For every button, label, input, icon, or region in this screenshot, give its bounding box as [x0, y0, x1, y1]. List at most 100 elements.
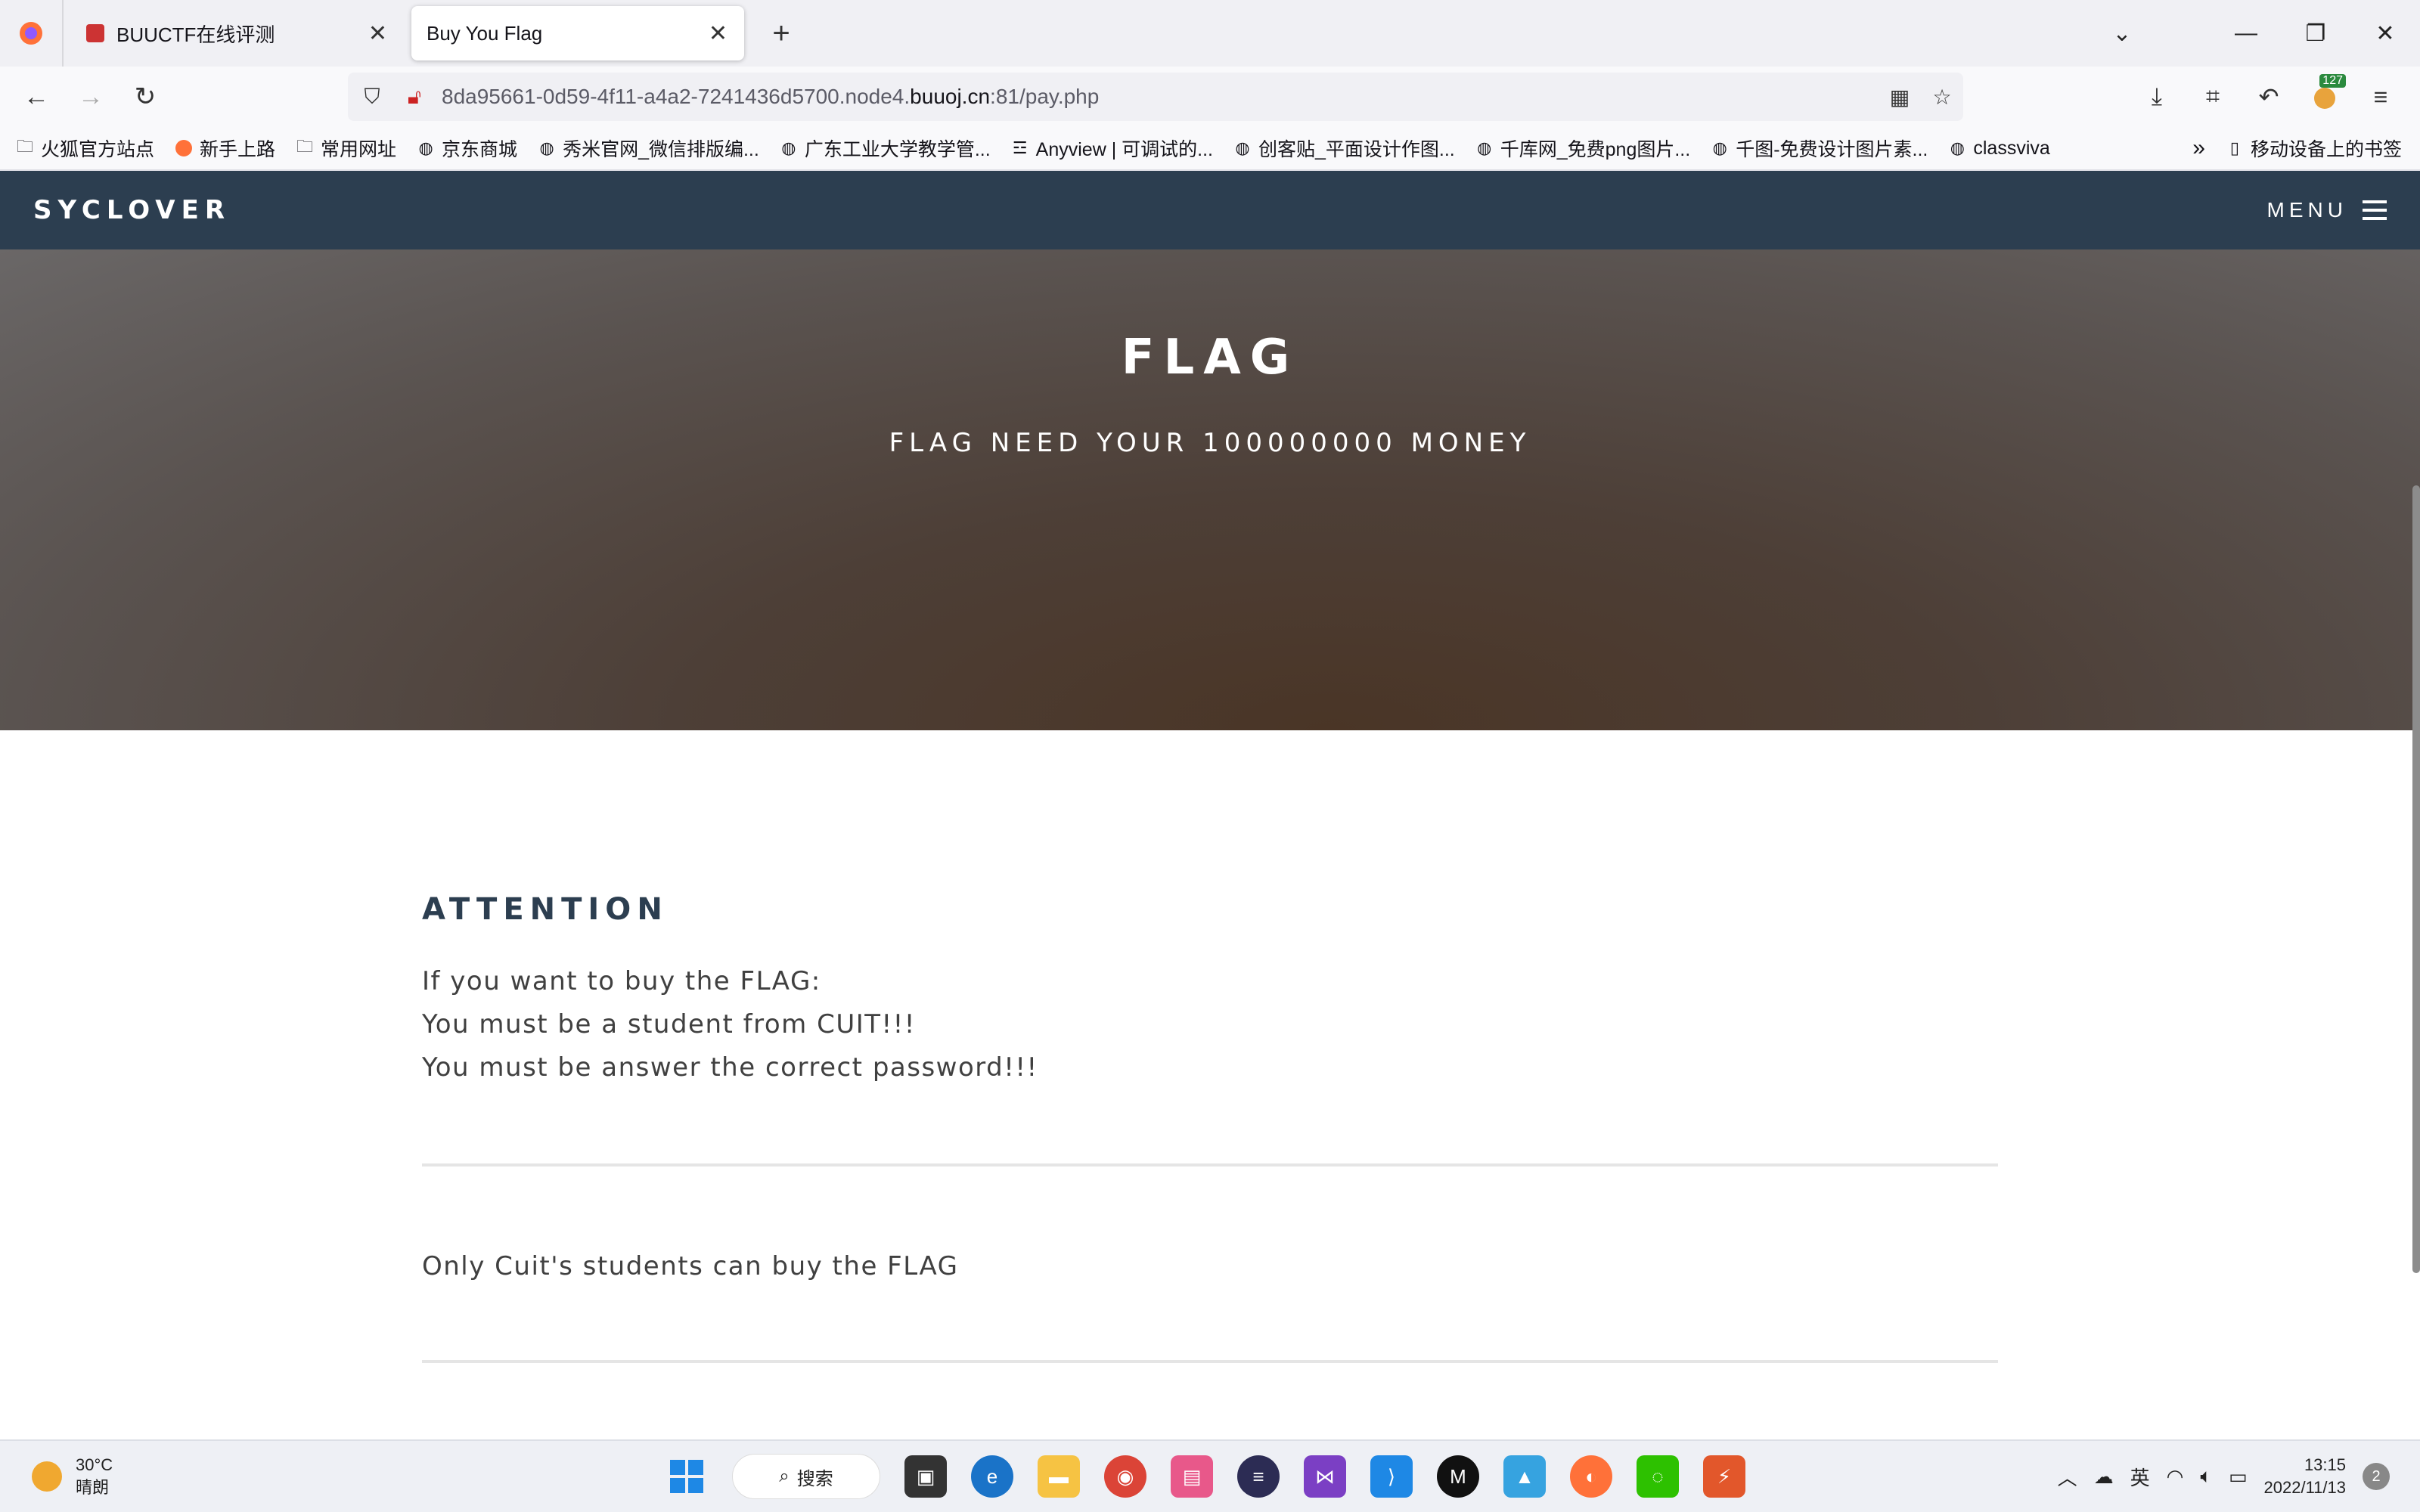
search-icon: ⌕: [779, 1466, 790, 1486]
volume-icon[interactable]: 🔈︎: [2200, 1464, 2212, 1489]
bookmark-item[interactable]: ◍ 千图-免费设计图片素...: [1710, 135, 1928, 162]
undo-icon[interactable]: ↶: [2245, 73, 2293, 121]
edge-icon[interactable]: e: [971, 1455, 1013, 1498]
search-label: 搜索: [796, 1468, 833, 1489]
list-tabs-button[interactable]: ⌄: [2087, 0, 2157, 67]
firefox-view-button[interactable]: [0, 0, 64, 67]
reload-button[interactable]: ↻: [118, 70, 172, 124]
close-window-button[interactable]: ✕: [2350, 0, 2420, 67]
screenshot-icon[interactable]: ⌗: [2189, 73, 2237, 121]
bookmark-item[interactable]: 🗀 火狐官方站点: [15, 135, 154, 162]
back-button[interactable]: ←: [9, 70, 64, 124]
file-explorer-icon[interactable]: ▬: [1038, 1455, 1080, 1498]
wechat-icon[interactable]: ◌: [1637, 1455, 1679, 1498]
app-menu-icon[interactable]: ≡: [2356, 73, 2405, 121]
mobile-icon: ▯: [2229, 138, 2240, 157]
mobile-bookmarks[interactable]: ▯ 移动设备上的书签: [2225, 135, 2402, 162]
url-suffix: :81/pay.php: [990, 85, 1100, 108]
downloads-icon[interactable]: ⤓: [2133, 73, 2181, 121]
shield-icon[interactable]: ⛉: [351, 76, 393, 118]
main-content: ATTENTION If you want to buy the FLAG: Y…: [422, 730, 1998, 1363]
mail-app-icon[interactable]: M: [1437, 1455, 1479, 1498]
folder-icon: 🗀: [16, 137, 33, 156]
sun-icon: [32, 1461, 62, 1492]
globe-icon: ◍: [1477, 138, 1492, 157]
bookmark-item[interactable]: ◍ 秀米官网_微信排版编...: [537, 135, 759, 162]
visual-studio-icon[interactable]: ⋈: [1304, 1455, 1346, 1498]
bookmark-label: 秀米官网_微信排版编...: [563, 139, 759, 160]
attention-line: You must be answer the correct password!…: [422, 1052, 1038, 1083]
mobile-bookmarks-label: 移动设备上的书签: [2250, 139, 2402, 160]
tab-buuctf[interactable]: BUUCTF在线评测 ✕: [71, 6, 404, 60]
folder-icon: 🗀: [296, 137, 314, 156]
burp-suite-icon[interactable]: ⚡: [1703, 1455, 1745, 1498]
site-brand[interactable]: SYCLOVER: [33, 195, 231, 225]
bilibili-icon[interactable]: ▤: [1171, 1455, 1213, 1498]
close-tab-icon[interactable]: ✕: [709, 20, 728, 47]
bookmark-label: 广东工业大学教学管...: [804, 139, 991, 160]
bookmark-label: 常用网址: [321, 139, 397, 160]
taskbar-search[interactable]: ⌕ 搜索: [732, 1454, 880, 1499]
bookmark-item[interactable]: ◍ 广东工业大学教学管...: [779, 135, 991, 162]
notification-badge[interactable]: 2: [2363, 1463, 2390, 1490]
insecure-lock-icon[interactable]: 🔓︎: [393, 76, 436, 118]
bookmarks-toolbar: 🗀 火狐官方站点 新手上路 🗀 常用网址 ◍ 京东商城 ◍ 秀米官网_微信排版编... …: [0, 127, 2420, 171]
qr-code-icon[interactable]: ▦: [1879, 76, 1921, 118]
tab-title: BUUCTF在线评测: [116, 23, 275, 46]
url-host: buuoj.cn: [910, 85, 991, 108]
bookmark-label: 火狐官方站点: [41, 139, 155, 160]
bookmark-label: 京东商城: [442, 139, 518, 160]
weather-widget[interactable]: 30°C 晴朗: [32, 1454, 113, 1499]
bookmark-item[interactable]: 新手上路: [174, 135, 275, 162]
bookmark-label: 新手上路: [200, 139, 276, 160]
weather-temp: 30°C: [76, 1455, 113, 1474]
url-prefix: 8da95661-0d59-4f11-a4a2-7241436d5700.nod…: [442, 85, 911, 108]
globe-icon: ◍: [1712, 138, 1727, 157]
forward-button[interactable]: →: [64, 70, 118, 124]
extension-badge: 127: [2319, 74, 2346, 88]
tab-buy-you-flag[interactable]: Buy You Flag ✕: [411, 6, 744, 60]
cloud-icon[interactable]: ☁: [2094, 1465, 2114, 1489]
chrome-icon[interactable]: ◉: [1104, 1455, 1146, 1498]
bookmark-label: 千库网_免费png图片...: [1500, 139, 1691, 160]
vscode-icon[interactable]: ⟩: [1370, 1455, 1413, 1498]
ime-indicator[interactable]: 英: [2130, 1463, 2150, 1491]
close-tab-icon[interactable]: ✕: [368, 20, 387, 47]
hamburger-icon: [2363, 200, 2387, 220]
chevron-overflow-icon[interactable]: »: [2192, 135, 2205, 161]
section-heading: ATTENTION: [422, 892, 669, 927]
task-view-icon[interactable]: ▣: [904, 1455, 947, 1498]
bookmark-item[interactable]: ◍ classviva: [1947, 138, 2050, 160]
eclipse-icon[interactable]: ≡: [1237, 1455, 1280, 1498]
attention-line: You must be a student from CUIT!!!: [422, 1009, 916, 1040]
minimize-button[interactable]: —: [2211, 0, 2281, 67]
attention-line: If you want to buy the FLAG:: [422, 966, 821, 996]
chevron-up-icon[interactable]: ︿: [2058, 1463, 2077, 1491]
bookmark-item[interactable]: ◍ 创客贴_平面设计作图...: [1233, 135, 1454, 162]
clock[interactable]: 13:15 2022/11/13: [2264, 1454, 2346, 1499]
wifi-icon[interactable]: ◠: [2167, 1465, 2184, 1489]
page-scrollbar[interactable]: [2412, 485, 2420, 1273]
menu-button[interactable]: MENU: [2267, 198, 2387, 222]
windows-start-icon[interactable]: [666, 1455, 708, 1498]
globe-icon: ◍: [539, 138, 554, 157]
buuctf-favicon-icon: [86, 24, 104, 42]
bookmark-item[interactable]: ☲ Anyview | 可调试的...: [1010, 135, 1213, 162]
windows-taskbar: 30°C 晴朗 ⌕ 搜索 ▣ e ▬ ◉ ▤ ≡ ⋈ ⟩ M ▲ ◐ ◌ ⚡ ︿…: [0, 1439, 2420, 1512]
extension-icon[interactable]: 127: [2301, 73, 2349, 121]
divider: [422, 1360, 1998, 1363]
new-tab-button[interactable]: +: [762, 17, 800, 51]
battery-icon[interactable]: ▭: [2229, 1465, 2248, 1489]
bookmark-item[interactable]: 🗀 常用网址: [295, 135, 396, 162]
bookmark-item[interactable]: ◍ 京东商城: [416, 135, 517, 162]
restore-button[interactable]: ❐: [2281, 0, 2350, 67]
photos-app-icon[interactable]: ▲: [1503, 1455, 1546, 1498]
clock-time: 13:15: [2304, 1455, 2346, 1474]
bookmark-star-icon[interactable]: ☆: [1921, 76, 1963, 118]
globe-icon: ◍: [1235, 138, 1250, 157]
site-navbar: SYCLOVER MENU: [0, 171, 2420, 249]
firefox-taskbar-icon[interactable]: ◐: [1570, 1455, 1612, 1498]
clock-date: 2022/11/13: [2263, 1478, 2346, 1497]
url-bar[interactable]: ⛉ 🔓︎ 8da95661-0d59-4f11-a4a2-7241436d570…: [348, 73, 1963, 121]
bookmark-item[interactable]: ◍ 千库网_免费png图片...: [1475, 135, 1690, 162]
